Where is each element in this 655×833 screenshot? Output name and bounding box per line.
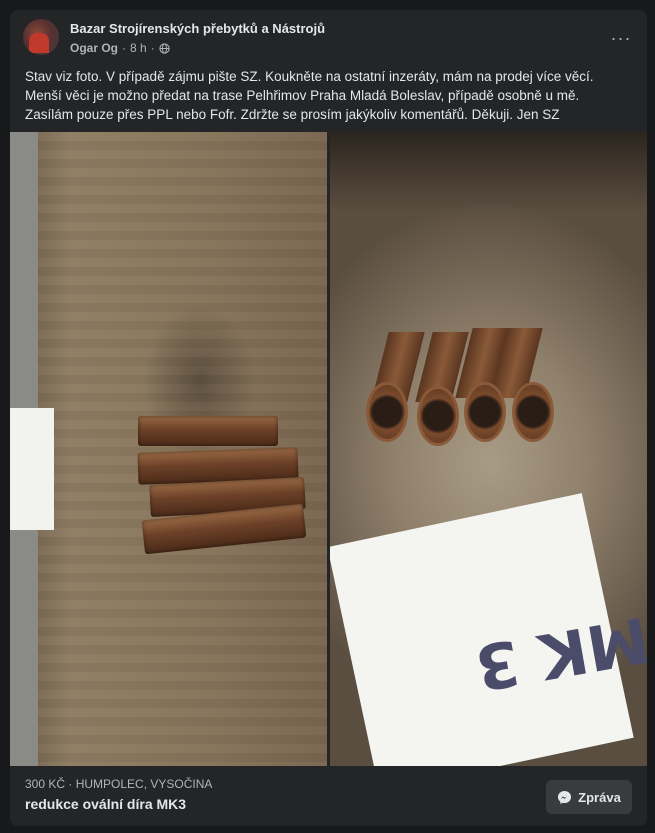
meta-separator: · bbox=[122, 41, 127, 55]
more-icon: ··· bbox=[610, 27, 632, 48]
photo-gallery: MK 3 bbox=[10, 132, 647, 766]
messenger-icon bbox=[558, 790, 572, 804]
group-avatar[interactable] bbox=[23, 19, 59, 55]
post-time[interactable]: 8 h bbox=[130, 41, 147, 55]
tool-sleeve-end bbox=[366, 382, 408, 442]
avatar-image bbox=[29, 33, 49, 53]
more-options-button[interactable]: ··· bbox=[607, 24, 635, 52]
post-text-line: Stav viz foto. V případě zájmu pište SZ.… bbox=[25, 69, 594, 84]
listing-title[interactable]: redukce ovální díra MK3 bbox=[25, 796, 186, 812]
photo-shadow bbox=[330, 132, 647, 212]
globe-icon bbox=[159, 42, 170, 54]
photo-2[interactable]: MK 3 bbox=[330, 132, 647, 766]
post-text-line: Zasílám pouze přes PPL nebo Fofr. Zdržte… bbox=[25, 107, 560, 122]
tool-sleeve-end bbox=[512, 382, 554, 442]
post-meta: Ogar Og · 8 h · bbox=[70, 41, 170, 55]
listing-footer: 300 KČ · HUMPOLEC, VYSOČINA redukce ovál… bbox=[10, 766, 647, 826]
author-link[interactable]: Ogar Og bbox=[70, 41, 118, 55]
group-name-link[interactable]: Bazar Strojírenských přebytků a Nástrojů bbox=[70, 21, 325, 36]
tool-sleeve-end bbox=[464, 382, 506, 442]
photo-1[interactable] bbox=[10, 132, 327, 766]
message-button[interactable]: Zpráva bbox=[546, 780, 632, 814]
message-button-label: Zpráva bbox=[578, 789, 621, 805]
post-text-line: Menší věci je možno předat na trase Pelh… bbox=[25, 88, 580, 103]
tool-sleeve bbox=[138, 416, 278, 446]
meta-separator-2: · bbox=[150, 41, 155, 55]
post-card: Bazar Strojírenských přebytků a Nástrojů… bbox=[10, 10, 647, 826]
post-text: Stav viz foto. V případě zájmu pište SZ.… bbox=[25, 67, 635, 124]
tool-sleeve-end bbox=[417, 386, 459, 446]
paper-note bbox=[10, 408, 54, 530]
listing-price-location: 300 KČ · HUMPOLEC, VYSOČINA bbox=[25, 777, 213, 791]
post-header: Bazar Strojírenských přebytků a Nástrojů… bbox=[10, 10, 647, 66]
